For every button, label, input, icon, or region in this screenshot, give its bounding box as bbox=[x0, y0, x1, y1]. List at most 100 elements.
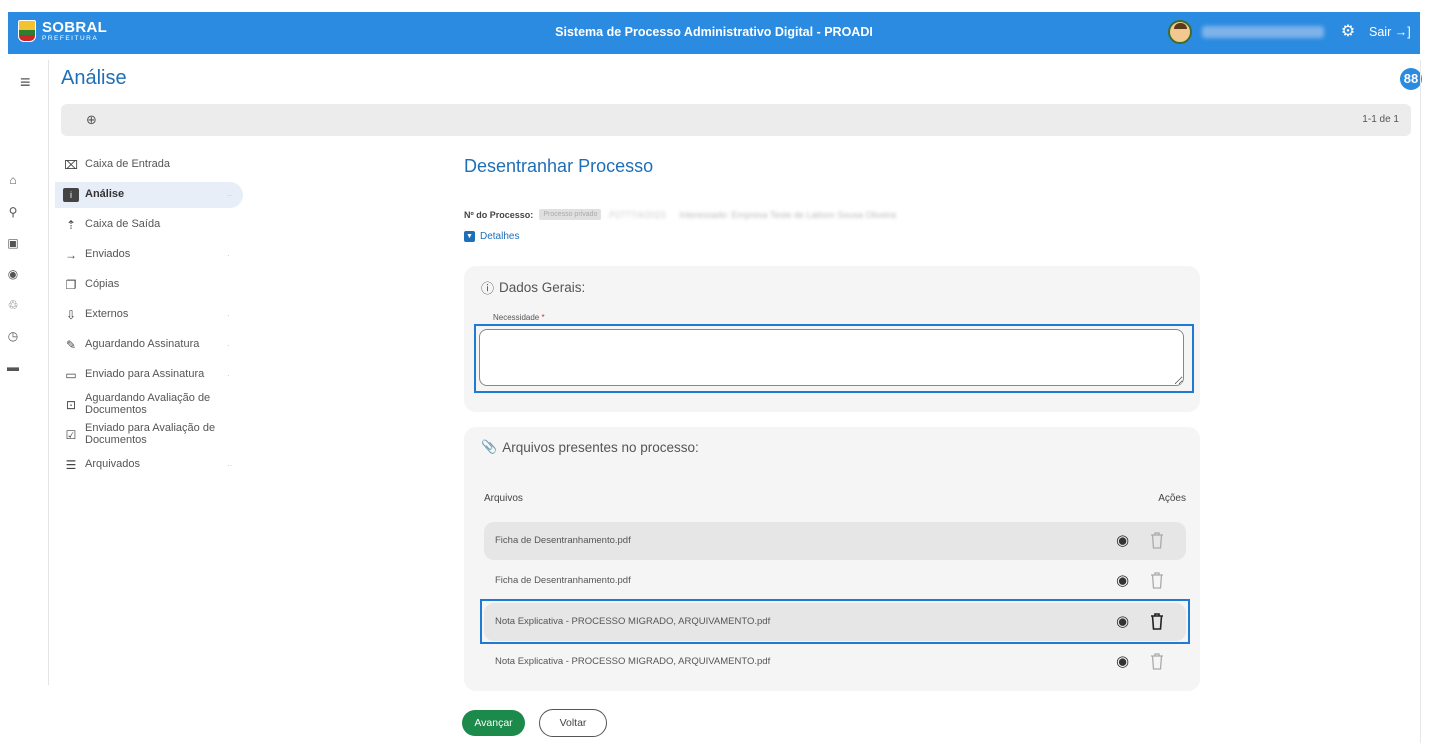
left-divider bbox=[48, 60, 49, 685]
review-sent-icon: ☑ bbox=[65, 428, 77, 442]
sidebar-item-caixa-de-entrada[interactable]: ⌧ Caixa de Entrada bbox=[55, 152, 243, 178]
back-button[interactable]: Voltar bbox=[539, 709, 607, 737]
sidebar-item-label: Análise bbox=[85, 188, 125, 201]
user-name-blurred[interactable] bbox=[1202, 26, 1324, 38]
table-row: Nota Explicativa - PROCESSO MIGRADO, ARQ… bbox=[484, 603, 1186, 641]
process-number-label: Nº do Processo: bbox=[464, 209, 534, 220]
private-badge: Processo privado bbox=[539, 209, 602, 220]
sidebar-item-count: · bbox=[227, 340, 230, 350]
sidebar-item-label: Cópias bbox=[85, 278, 120, 291]
required-marker: * bbox=[541, 313, 545, 322]
sidebar-item-count: · bbox=[227, 250, 230, 260]
logout-icon: →] bbox=[1394, 25, 1411, 39]
sidebar-item-label: Caixa de Entrada bbox=[85, 158, 170, 171]
sidebar-item-arquivados[interactable]: ☰ Arquivados ·· bbox=[55, 452, 243, 478]
sidebar-item-enviado-para-assinatura[interactable]: ▭ Enviado para Assinatura · bbox=[55, 362, 243, 388]
top-bar: SOBRAL PREFEITURA Sistema de Processo Ad… bbox=[8, 12, 1420, 54]
history-icon[interactable]: ◷ bbox=[6, 329, 20, 343]
actions-column-header: Ações bbox=[1158, 493, 1186, 504]
logout-button[interactable]: Sair →] bbox=[1369, 25, 1411, 39]
table-row: Ficha de Desentranhamento.pdf ◉ bbox=[484, 562, 1186, 600]
trash-icon[interactable] bbox=[1150, 613, 1164, 630]
eye-icon[interactable]: ◉ bbox=[1116, 532, 1129, 550]
general-data-card: ⓘ Dados Gerais: Necessidade * bbox=[464, 266, 1200, 412]
sign-pending-icon: ✎ bbox=[65, 338, 77, 352]
pagination-info: 1-1 de 1 bbox=[1362, 114, 1399, 125]
advance-button[interactable]: Avançar bbox=[462, 710, 525, 736]
sidebar-item-count: ·· bbox=[227, 460, 233, 470]
sidebar-item-label: Aguardando Assinatura bbox=[85, 338, 200, 351]
interested-party: Interessado: Empresa Teste de Lailson So… bbox=[679, 209, 896, 220]
info-circle-icon: ⓘ bbox=[481, 281, 495, 296]
archived-icon: ☰ bbox=[65, 458, 77, 472]
user-avatar[interactable] bbox=[1168, 20, 1192, 44]
eye-icon[interactable]: ◉ bbox=[1116, 613, 1129, 631]
form-title: Desentranhar Processo bbox=[464, 156, 654, 176]
process-number: P2777/4/2023 bbox=[609, 209, 666, 220]
sidebar-item-externos[interactable]: ⇩ Externos · bbox=[55, 302, 243, 328]
search-bar[interactable]: ⊕ 1-1 de 1 bbox=[61, 104, 1411, 136]
paperclip-icon: 📎 bbox=[481, 439, 498, 454]
file-name: Ficha de Desentranhamento.pdf bbox=[495, 535, 631, 546]
file-name: Nota Explicativa - PROCESSO MIGRADO, ARQ… bbox=[495, 656, 771, 667]
sidebar-item-caixa-de-saida[interactable]: ⇡ Caixa de Saída bbox=[55, 212, 243, 238]
sidebar-item-label: Enviados bbox=[85, 248, 131, 261]
copy-icon: ❐ bbox=[65, 278, 77, 292]
search-icon[interactable]: ⊕ bbox=[86, 112, 97, 128]
files-table-header: Arquivos Ações bbox=[484, 493, 1186, 504]
sidebar-item-label: Caixa de Saída bbox=[85, 218, 161, 231]
search-rail-icon[interactable]: ⚲ bbox=[6, 205, 20, 219]
gear-icon[interactable]: ⚙ bbox=[1339, 23, 1357, 41]
general-data-title: ⓘ Dados Gerais: bbox=[481, 280, 586, 296]
eye-icon[interactable]: ◉ bbox=[1116, 653, 1129, 671]
sidebar-item-enviado-avaliacao[interactable]: ☑ Enviado para Avaliação de Documentos bbox=[55, 422, 243, 448]
sidebar-item-count: ·· bbox=[227, 190, 233, 200]
trash-icon[interactable] bbox=[1150, 572, 1164, 589]
home-icon[interactable]: ⌂ bbox=[6, 173, 20, 187]
info-icon: i bbox=[63, 188, 79, 202]
logout-label: Sair bbox=[1369, 25, 1392, 39]
sidebar-item-copias[interactable]: ❐ Cópias bbox=[55, 272, 243, 298]
necessidade-textarea[interactable] bbox=[479, 329, 1184, 386]
sign-sent-icon: ▭ bbox=[65, 368, 77, 382]
chevron-down-icon: ▼ bbox=[464, 231, 475, 242]
trash-icon[interactable] bbox=[1150, 653, 1164, 670]
sidebar-item-label: Arquivados bbox=[85, 458, 141, 471]
file-name: Nota Explicativa - PROCESSO MIGRADO, ARQ… bbox=[495, 616, 771, 627]
outbox-icon: ⇡ bbox=[65, 218, 77, 232]
sidebar-item-label: Enviado para Avaliação de Documentos bbox=[85, 422, 216, 446]
eye-icon[interactable]: ◉ bbox=[1116, 572, 1129, 590]
sidebar-item-label: Externos bbox=[85, 308, 129, 321]
hamburger-menu-icon[interactable]: ≡ bbox=[20, 72, 31, 93]
users-icon[interactable]: ♲ bbox=[6, 298, 20, 312]
record-icon[interactable]: ◉ bbox=[6, 267, 20, 281]
files-column-header: Arquivos bbox=[484, 493, 523, 504]
table-row: Ficha de Desentranhamento.pdf ◉ bbox=[484, 522, 1186, 560]
files-title: 📎 Arquivos presentes no processo: bbox=[481, 439, 699, 455]
sidebar-item-label: Aguardando Avaliação de Documentos bbox=[85, 392, 211, 416]
details-toggle[interactable]: ▼ Detalhes bbox=[464, 231, 519, 242]
necessidade-label: Necessidade * bbox=[493, 313, 545, 322]
trash-icon[interactable] bbox=[1150, 532, 1164, 549]
send-icon: → bbox=[65, 248, 77, 262]
apps-grid-icon[interactable]: 88 bbox=[1400, 68, 1422, 90]
sidebar-item-count: · bbox=[227, 370, 230, 380]
sidebar-item-label: Enviado para Assinatura bbox=[85, 368, 205, 381]
process-info: Nº do Processo: Processo privado P2777/4… bbox=[464, 209, 896, 220]
archive-icon[interactable]: ▬ bbox=[6, 360, 20, 374]
files-card: 📎 Arquivos presentes no processo: Arquiv… bbox=[464, 427, 1200, 691]
sidebar-item-aguardando-assinatura[interactable]: ✎ Aguardando Assinatura · bbox=[55, 332, 243, 358]
page-title: Análise bbox=[61, 67, 127, 89]
sidebar-item-enviados[interactable]: → Enviados · bbox=[55, 242, 243, 268]
details-label: Detalhes bbox=[480, 231, 520, 242]
review-pending-icon: ⊡ bbox=[65, 398, 77, 412]
table-row: Nota Explicativa - PROCESSO MIGRADO, ARQ… bbox=[484, 643, 1186, 681]
file-name: Ficha de Desentranhamento.pdf bbox=[495, 575, 631, 586]
sidebar-item-count: · bbox=[227, 310, 230, 320]
external-icon: ⇩ bbox=[65, 308, 77, 322]
right-divider bbox=[1420, 60, 1421, 743]
inbox-icon: ⌧ bbox=[64, 158, 78, 172]
sidebar-item-aguardando-avaliacao[interactable]: ⊡ Aguardando Avaliação de Documentos bbox=[55, 392, 243, 418]
document-icon[interactable]: ▣ bbox=[6, 236, 20, 250]
sidebar-item-analise[interactable]: i Análise ·· bbox=[55, 182, 243, 208]
